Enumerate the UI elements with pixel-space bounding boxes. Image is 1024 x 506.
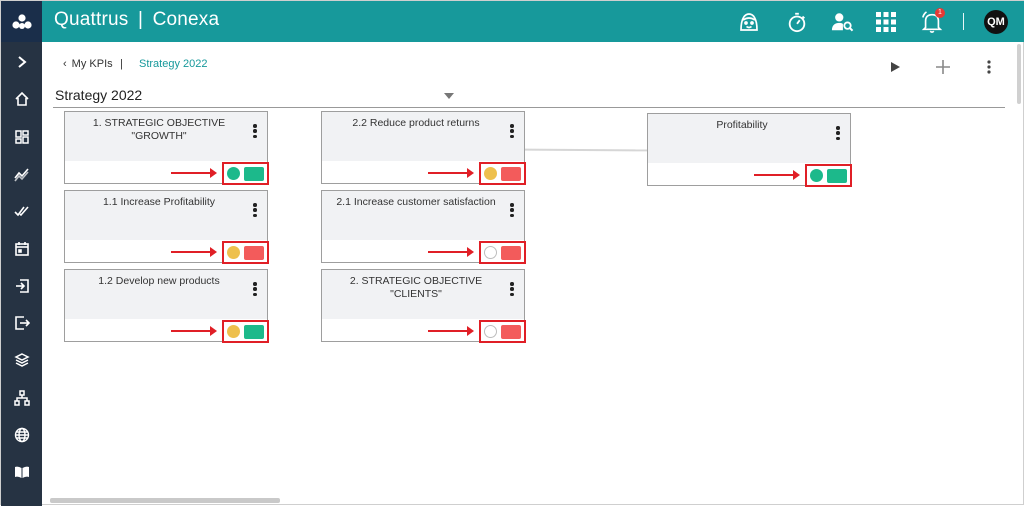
card-more-vertical-icon[interactable] xyxy=(510,282,514,296)
kpi-card[interactable]: 2. STRATEGIC OBJECTIVE "CLIENTS" xyxy=(321,269,526,343)
sidebar-expand-chevron-icon[interactable] xyxy=(1,44,42,80)
kpi-status-indicators xyxy=(479,162,526,185)
sidebar-layers-icon[interactable] xyxy=(1,342,42,378)
horizontal-scrollbar[interactable] xyxy=(50,498,280,503)
card-more-vertical-icon[interactable] xyxy=(510,124,514,138)
status-block xyxy=(244,324,264,339)
logo[interactable] xyxy=(1,1,42,42)
kpi-card-title: 1.1 Increase Profitability xyxy=(102,196,216,208)
status-block xyxy=(827,168,847,183)
notifications-bell-icon[interactable]: 1 xyxy=(919,8,945,35)
sidebar-calendar-icon[interactable] xyxy=(1,231,42,267)
kpi-card[interactable]: 1.1 Increase Profitability xyxy=(64,190,269,264)
status-dot xyxy=(484,246,497,259)
kpi-card-title: Profitability xyxy=(716,119,768,131)
annotation-arrow-icon xyxy=(171,168,217,178)
sidebar-logout-icon[interactable] xyxy=(1,305,42,341)
assistant-face-icon[interactable] xyxy=(736,9,762,35)
card-connector-line xyxy=(524,148,649,152)
chevron-left-icon: ‹ xyxy=(63,58,67,70)
annotation-arrow-icon xyxy=(171,326,217,336)
kpi-status-indicators xyxy=(805,164,852,187)
kpi-status-indicators xyxy=(222,320,269,343)
topbar-divider xyxy=(963,13,964,30)
play-icon[interactable] xyxy=(887,59,903,75)
title-underline xyxy=(53,107,1005,108)
status-block xyxy=(501,245,521,260)
vertical-scrollbar[interactable] xyxy=(1017,44,1021,104)
status-block xyxy=(501,166,521,181)
card-more-vertical-icon[interactable] xyxy=(253,124,257,138)
product-name: Conexa xyxy=(152,9,220,30)
status-dot xyxy=(227,246,240,259)
breadcrumb-separator: | xyxy=(120,58,123,70)
breadcrumb-current[interactable]: Strategy 2022 xyxy=(139,58,208,70)
cluster-logo-icon xyxy=(11,13,32,29)
apps-grid-icon[interactable] xyxy=(873,9,899,35)
status-dot xyxy=(227,325,240,338)
more-vertical-icon[interactable] xyxy=(981,59,997,75)
annotation-arrow-icon xyxy=(428,326,474,336)
dropdown-caret-icon[interactable] xyxy=(444,93,454,99)
app-title-separator: | xyxy=(137,9,144,30)
notification-badge: 1 xyxy=(935,8,945,18)
top-bar: Quattrus | Conexa 1 QM xyxy=(1,1,1024,42)
strategy-selector[interactable]: Strategy 2022 xyxy=(55,87,142,103)
status-dot xyxy=(810,169,823,182)
kpi-card[interactable]: 1. STRATEGIC OBJECTIVE "GROWTH" xyxy=(64,111,269,185)
sidebar-globe-icon[interactable] xyxy=(1,417,42,453)
kpi-status-indicators xyxy=(479,320,526,343)
kpi-card[interactable]: Profitability xyxy=(647,113,852,187)
card-more-vertical-icon[interactable] xyxy=(253,203,257,217)
kpi-status-indicators xyxy=(479,241,526,264)
sidebar-book-icon[interactable] xyxy=(1,454,42,490)
sidebar-dashboard-icon[interactable] xyxy=(1,119,42,155)
annotation-arrow-icon xyxy=(428,168,474,178)
kpi-status-indicators xyxy=(222,241,269,264)
sidebar-double-check-icon[interactable] xyxy=(1,193,42,229)
add-icon[interactable] xyxy=(935,59,951,75)
kpi-card-title: 2.1 Increase customer satisfaction xyxy=(336,196,496,208)
status-block xyxy=(501,324,521,339)
user-avatar[interactable]: QM xyxy=(984,10,1008,34)
sidebar-home-icon[interactable] xyxy=(1,81,42,117)
card-more-vertical-icon[interactable] xyxy=(253,282,257,296)
status-block xyxy=(244,166,264,181)
kpi-card[interactable]: 2.1 Increase customer satisfaction xyxy=(321,190,526,264)
sidebar-login-icon[interactable] xyxy=(1,268,42,304)
kpi-card[interactable]: 1.2 Develop new products xyxy=(64,269,269,343)
sidebar-trend-icon[interactable] xyxy=(1,156,42,192)
user-search-icon[interactable] xyxy=(829,9,855,35)
kpi-card-title: 2. STRATEGIC OBJECTIVE "CLIENTS" xyxy=(349,275,483,300)
status-dot xyxy=(484,325,497,338)
annotation-arrow-icon xyxy=(171,247,217,257)
stopwatch-icon[interactable] xyxy=(784,9,810,35)
app-title: Quattrus | Conexa xyxy=(54,9,219,31)
kpi-card-title: 1.2 Develop new products xyxy=(98,275,220,287)
status-block xyxy=(244,245,264,260)
kpi-card[interactable]: 2.2 Reduce product returns xyxy=(321,111,526,185)
breadcrumb-back-link[interactable]: ‹ My KPIs xyxy=(63,58,113,70)
card-more-vertical-icon[interactable] xyxy=(836,126,840,140)
card-more-vertical-icon[interactable] xyxy=(510,203,514,217)
kpi-card-title: 1. STRATEGIC OBJECTIVE "GROWTH" xyxy=(92,117,226,142)
app-name: Quattrus xyxy=(54,9,129,30)
kpi-card-title: 2.2 Reduce product returns xyxy=(352,117,480,129)
sidebar xyxy=(1,42,42,506)
status-dot xyxy=(227,167,240,180)
kpi-status-indicators xyxy=(222,162,269,185)
annotation-arrow-icon xyxy=(754,170,800,180)
sidebar-hierarchy-icon[interactable] xyxy=(1,380,42,416)
breadcrumb-back-label: My KPIs xyxy=(71,58,113,70)
annotation-arrow-icon xyxy=(428,247,474,257)
status-dot xyxy=(484,167,497,180)
